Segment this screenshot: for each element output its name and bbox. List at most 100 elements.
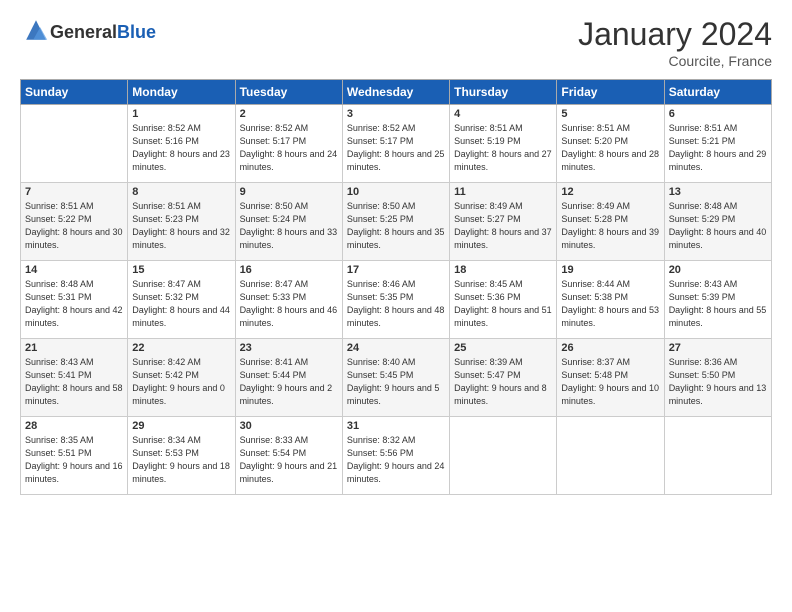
calendar-table: Sunday Monday Tuesday Wednesday Thursday… — [20, 79, 772, 495]
day-info: Sunrise: 8:52 AM Sunset: 5:17 PM Dayligh… — [240, 122, 338, 174]
day-cell: 19 Sunrise: 8:44 AM Sunset: 5:38 PM Dayli… — [557, 261, 664, 339]
day-number: 14 — [25, 264, 123, 276]
day-info: Sunrise: 8:36 AM Sunset: 5:50 PM Dayligh… — [669, 356, 767, 408]
logo-icon — [22, 16, 50, 44]
week-row-5: 28 Sunrise: 8:35 AM Sunset: 5:51 PM Dayli… — [21, 417, 772, 495]
day-cell — [664, 417, 771, 495]
day-number: 18 — [454, 264, 552, 276]
day-number: 22 — [132, 342, 230, 354]
day-cell: 30 Sunrise: 8:33 AM Sunset: 5:54 PM Dayli… — [235, 417, 342, 495]
day-number: 5 — [561, 108, 659, 120]
day-cell: 26 Sunrise: 8:37 AM Sunset: 5:48 PM Dayli… — [557, 339, 664, 417]
day-number: 10 — [347, 186, 445, 198]
day-info: Sunrise: 8:32 AM Sunset: 5:56 PM Dayligh… — [347, 434, 445, 486]
page: GeneralBlue January 2024 Courcite, Franc… — [0, 0, 792, 612]
col-tuesday: Tuesday — [235, 80, 342, 105]
day-number: 9 — [240, 186, 338, 198]
col-wednesday: Wednesday — [342, 80, 449, 105]
day-info: Sunrise: 8:46 AM Sunset: 5:35 PM Dayligh… — [347, 278, 445, 330]
day-number: 25 — [454, 342, 552, 354]
col-saturday: Saturday — [664, 80, 771, 105]
day-number: 4 — [454, 108, 552, 120]
logo-text-block: GeneralBlue — [50, 22, 156, 43]
day-number: 8 — [132, 186, 230, 198]
col-sunday: Sunday — [21, 80, 128, 105]
day-info: Sunrise: 8:44 AM Sunset: 5:38 PM Dayligh… — [561, 278, 659, 330]
day-info: Sunrise: 8:37 AM Sunset: 5:48 PM Dayligh… — [561, 356, 659, 408]
day-info: Sunrise: 8:51 AM Sunset: 5:22 PM Dayligh… — [25, 200, 123, 252]
day-number: 20 — [669, 264, 767, 276]
day-cell: 9Sunrise: 8:50 AM Sunset: 5:24 PM Daylig… — [235, 183, 342, 261]
day-cell: 22 Sunrise: 8:42 AM Sunset: 5:42 PM Dayli… — [128, 339, 235, 417]
day-cell: 21Sunrise: 8:43 AM Sunset: 5:41 PM Dayli… — [21, 339, 128, 417]
day-cell: 18 Sunrise: 8:45 AM Sunset: 5:36 PM Dayli… — [450, 261, 557, 339]
day-cell: 15 Sunrise: 8:47 AM Sunset: 5:32 PM Dayli… — [128, 261, 235, 339]
col-friday: Friday — [557, 80, 664, 105]
logo-block — [20, 16, 50, 49]
day-number: 31 — [347, 420, 445, 432]
day-cell: 17Sunrise: 8:46 AM Sunset: 5:35 PM Dayli… — [342, 261, 449, 339]
logo-blue: Blue — [117, 22, 156, 42]
day-info: Sunrise: 8:45 AM Sunset: 5:36 PM Dayligh… — [454, 278, 552, 330]
day-info: Sunrise: 8:39 AM Sunset: 5:47 PM Dayligh… — [454, 356, 552, 408]
month-title: January 2024 — [578, 16, 772, 53]
day-cell: 12Sunrise: 8:49 AM Sunset: 5:28 PM Dayli… — [557, 183, 664, 261]
day-cell: 10 Sunrise: 8:50 AM Sunset: 5:25 PM Dayli… — [342, 183, 449, 261]
logo: GeneralBlue — [20, 16, 156, 49]
day-cell: 1 Sunrise: 8:52 AM Sunset: 5:16 PM Daylig… — [128, 105, 235, 183]
day-info: Sunrise: 8:51 AM Sunset: 5:20 PM Dayligh… — [561, 122, 659, 174]
day-info: Sunrise: 8:33 AM Sunset: 5:54 PM Dayligh… — [240, 434, 338, 486]
day-info: Sunrise: 8:49 AM Sunset: 5:27 PM Dayligh… — [454, 200, 552, 252]
day-number: 1 — [132, 108, 230, 120]
day-info: Sunrise: 8:48 AM Sunset: 5:31 PM Dayligh… — [25, 278, 123, 330]
day-cell: 16Sunrise: 8:47 AM Sunset: 5:33 PM Dayli… — [235, 261, 342, 339]
day-cell — [21, 105, 128, 183]
day-number: 15 — [132, 264, 230, 276]
title-block: January 2024 Courcite, France — [578, 16, 772, 69]
day-info: Sunrise: 8:41 AM Sunset: 5:44 PM Dayligh… — [240, 356, 338, 408]
day-number: 13 — [669, 186, 767, 198]
logo-general: General — [50, 22, 117, 42]
day-cell: 6Sunrise: 8:51 AM Sunset: 5:21 PM Daylig… — [664, 105, 771, 183]
day-info: Sunrise: 8:35 AM Sunset: 5:51 PM Dayligh… — [25, 434, 123, 486]
day-info: Sunrise: 8:50 AM Sunset: 5:25 PM Dayligh… — [347, 200, 445, 252]
day-info: Sunrise: 8:40 AM Sunset: 5:45 PM Dayligh… — [347, 356, 445, 408]
day-number: 3 — [347, 108, 445, 120]
day-number: 11 — [454, 186, 552, 198]
day-info: Sunrise: 8:51 AM Sunset: 5:23 PM Dayligh… — [132, 200, 230, 252]
day-info: Sunrise: 8:43 AM Sunset: 5:41 PM Dayligh… — [25, 356, 123, 408]
day-cell: 23 Sunrise: 8:41 AM Sunset: 5:44 PM Dayli… — [235, 339, 342, 417]
location: Courcite, France — [578, 53, 772, 69]
day-cell: 7 Sunrise: 8:51 AM Sunset: 5:22 PM Daylig… — [21, 183, 128, 261]
day-cell: 2Sunrise: 8:52 AM Sunset: 5:17 PM Daylig… — [235, 105, 342, 183]
day-number: 30 — [240, 420, 338, 432]
week-row-3: 14 Sunrise: 8:48 AM Sunset: 5:31 PM Dayli… — [21, 261, 772, 339]
day-cell: 5 Sunrise: 8:51 AM Sunset: 5:20 PM Daylig… — [557, 105, 664, 183]
header-row: Sunday Monday Tuesday Wednesday Thursday… — [21, 80, 772, 105]
day-number: 23 — [240, 342, 338, 354]
day-number: 6 — [669, 108, 767, 120]
day-info: Sunrise: 8:42 AM Sunset: 5:42 PM Dayligh… — [132, 356, 230, 408]
day-number: 26 — [561, 342, 659, 354]
day-number: 28 — [25, 420, 123, 432]
day-cell: 20Sunrise: 8:43 AM Sunset: 5:39 PM Dayli… — [664, 261, 771, 339]
day-number: 27 — [669, 342, 767, 354]
day-cell: 28 Sunrise: 8:35 AM Sunset: 5:51 PM Dayli… — [21, 417, 128, 495]
day-info: Sunrise: 8:48 AM Sunset: 5:29 PM Dayligh… — [669, 200, 767, 252]
day-info: Sunrise: 8:51 AM Sunset: 5:19 PM Dayligh… — [454, 122, 552, 174]
day-cell: 29Sunrise: 8:34 AM Sunset: 5:53 PM Dayli… — [128, 417, 235, 495]
day-info: Sunrise: 8:47 AM Sunset: 5:32 PM Dayligh… — [132, 278, 230, 330]
header: GeneralBlue January 2024 Courcite, Franc… — [20, 16, 772, 69]
day-info: Sunrise: 8:52 AM Sunset: 5:16 PM Dayligh… — [132, 122, 230, 174]
col-monday: Monday — [128, 80, 235, 105]
col-thursday: Thursday — [450, 80, 557, 105]
day-info: Sunrise: 8:34 AM Sunset: 5:53 PM Dayligh… — [132, 434, 230, 486]
day-number: 24 — [347, 342, 445, 354]
day-number: 16 — [240, 264, 338, 276]
day-number: 12 — [561, 186, 659, 198]
day-cell: 3 Sunrise: 8:52 AM Sunset: 5:17 PM Daylig… — [342, 105, 449, 183]
day-number: 7 — [25, 186, 123, 198]
day-number: 19 — [561, 264, 659, 276]
day-cell: 8 Sunrise: 8:51 AM Sunset: 5:23 PM Daylig… — [128, 183, 235, 261]
day-info: Sunrise: 8:52 AM Sunset: 5:17 PM Dayligh… — [347, 122, 445, 174]
